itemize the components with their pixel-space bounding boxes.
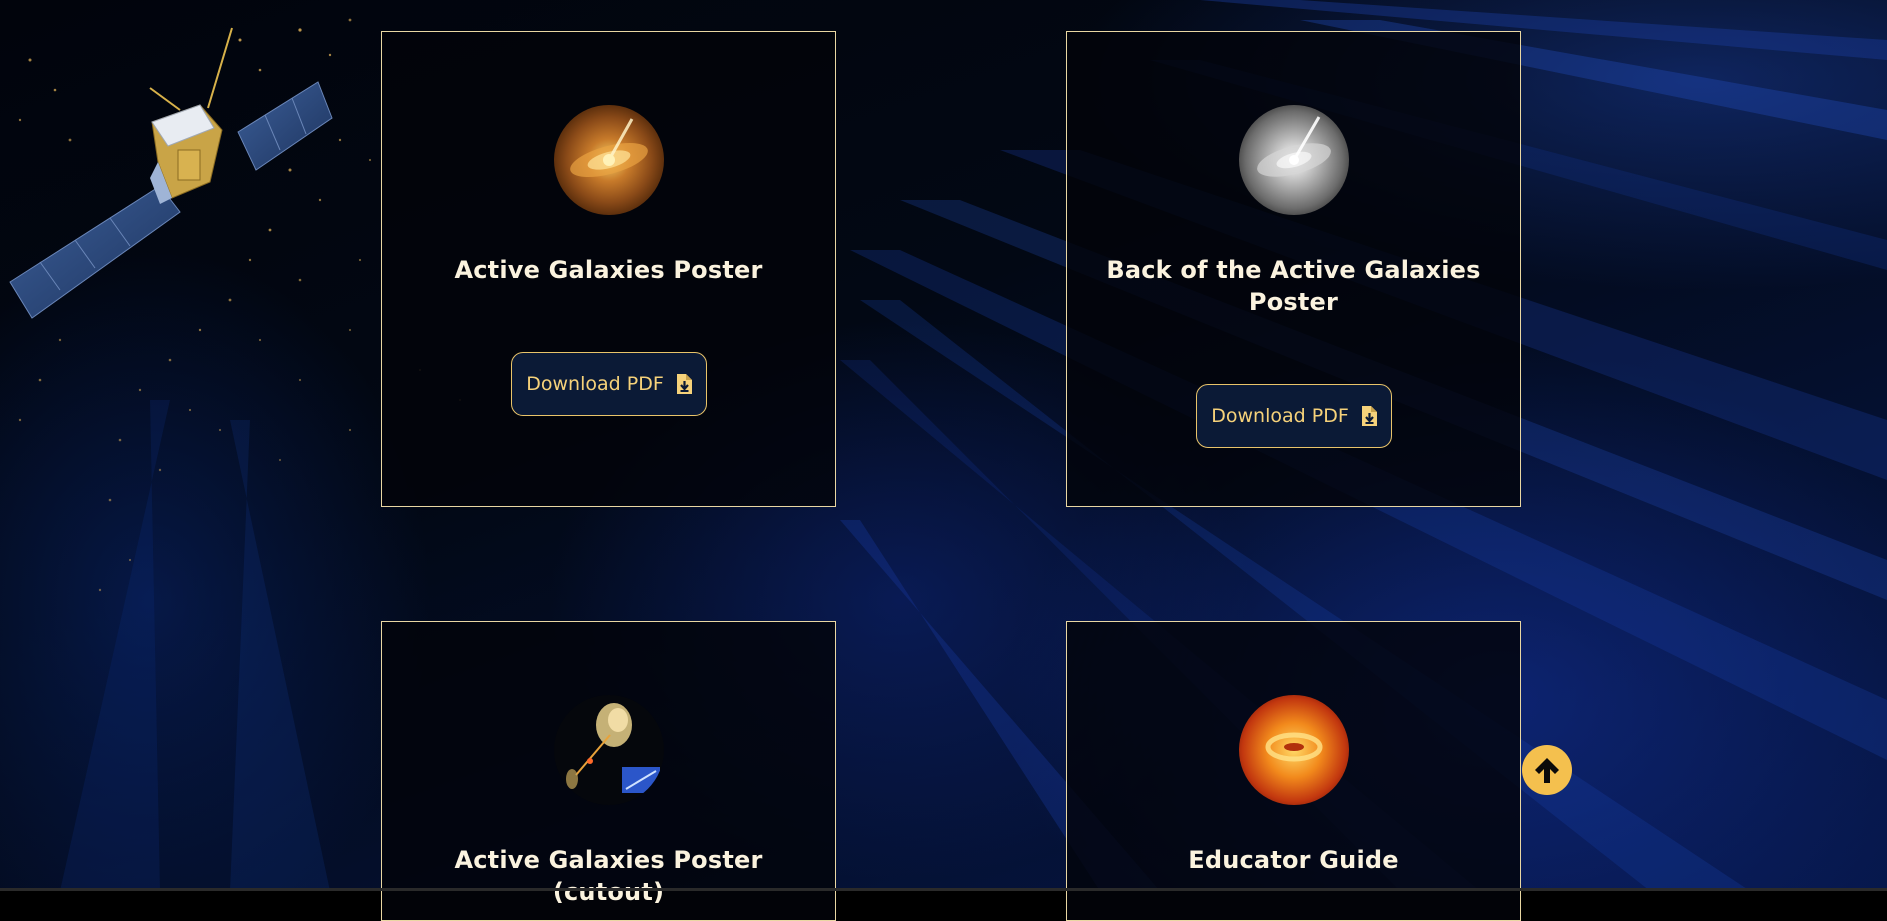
download-pdf-button[interactable]: Download PDF bbox=[1196, 384, 1392, 448]
card-title: Back of the Active Galaxies Poster bbox=[1106, 256, 1481, 316]
resource-card: Educator Guide bbox=[1066, 621, 1521, 921]
button-label: Download PDF bbox=[526, 373, 664, 395]
card-title: Active Galaxies Poster (cutout) bbox=[454, 846, 763, 906]
active-galaxy-color-thumbnail bbox=[554, 105, 664, 215]
satellite-illustration bbox=[9, 27, 333, 319]
scroll-to-top-button[interactable] bbox=[1522, 745, 1572, 795]
download-pdf-button[interactable]: Download PDF bbox=[511, 352, 707, 416]
card-title: Educator Guide bbox=[1188, 846, 1399, 874]
galaxy-disk-orange-thumbnail bbox=[1239, 695, 1349, 805]
resource-card: Back of the Active Galaxies Poster Downl… bbox=[1066, 31, 1521, 507]
resource-card: Active Galaxies Poster (cutout) bbox=[381, 621, 836, 921]
button-label: Download PDF bbox=[1211, 405, 1349, 427]
active-galaxy-grayscale-thumbnail bbox=[1239, 105, 1349, 215]
galaxy-jet-cutout-thumbnail bbox=[554, 695, 664, 805]
pdf-download-icon bbox=[1361, 406, 1377, 426]
resource-card: Active Galaxies Poster Download PDF bbox=[381, 31, 836, 507]
arrow-up-icon bbox=[1535, 758, 1559, 783]
pdf-download-icon bbox=[676, 374, 692, 394]
card-title: Active Galaxies Poster bbox=[454, 256, 763, 284]
